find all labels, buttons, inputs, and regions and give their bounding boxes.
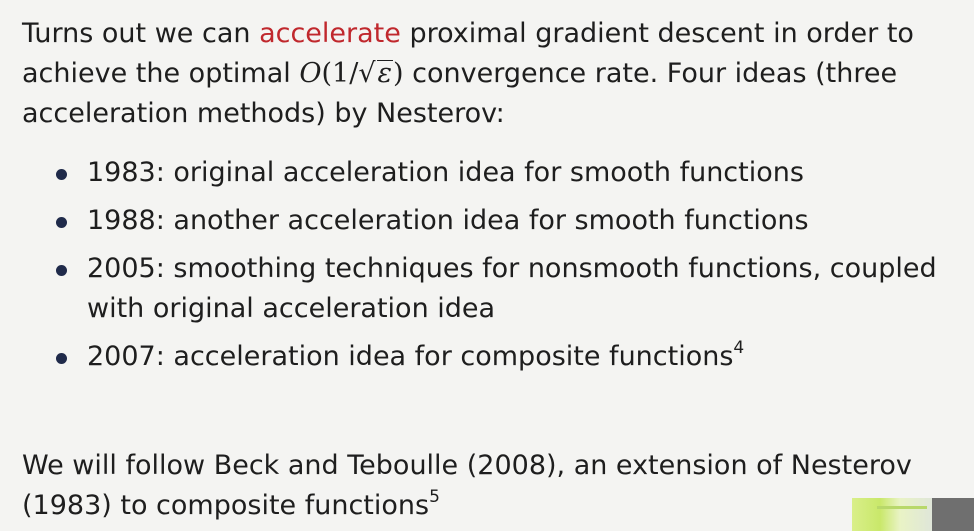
slide: Turns out we can accelerate proximal gra… bbox=[0, 0, 974, 531]
footnote-marker: 4 bbox=[733, 338, 745, 358]
bullet-text: 1983: original acceleration idea for smo… bbox=[87, 157, 804, 188]
sqrt-icon: √ bbox=[358, 58, 376, 89]
bullet-dot-icon bbox=[56, 265, 67, 276]
big-o-expression: O(1/√ε) bbox=[299, 58, 403, 89]
bullet-item-1983: 1983: original acceleration idea for smo… bbox=[54, 153, 964, 193]
bullet-list: 1983: original acceleration idea for smo… bbox=[54, 153, 964, 385]
intro-text-before: Turns out we can bbox=[22, 18, 260, 49]
math-open: (1/ bbox=[321, 58, 359, 89]
video-thumbnail-overlay bbox=[852, 498, 932, 531]
math-o: O bbox=[299, 58, 322, 89]
bullet-item-2005: 2005: smoothing techniques for nonsmooth… bbox=[54, 249, 964, 329]
math-close: ) bbox=[393, 58, 404, 89]
bullet-dot-icon bbox=[56, 353, 67, 364]
bullet-text: 2005: smoothing techniques for nonsmooth… bbox=[87, 253, 937, 324]
footnote-marker: 5 bbox=[429, 487, 440, 507]
outro-paragraph: We will follow Beck and Teboulle (2008),… bbox=[22, 446, 952, 526]
accent-word: accelerate bbox=[259, 18, 401, 49]
intro-paragraph: Turns out we can accelerate proximal gra… bbox=[22, 14, 952, 134]
bullet-dot-icon bbox=[56, 169, 67, 180]
bullet-text: 1988: another acceleration idea for smoo… bbox=[87, 205, 809, 236]
bullet-text: 2007: acceleration idea for composite fu… bbox=[87, 341, 734, 372]
bullet-item-1988: 1988: another acceleration idea for smoo… bbox=[54, 201, 964, 241]
math-epsilon: ε bbox=[376, 58, 394, 89]
video-corner-overlay bbox=[932, 498, 974, 531]
bullet-dot-icon bbox=[56, 217, 67, 228]
outro-text: We will follow Beck and Teboulle (2008),… bbox=[22, 450, 912, 521]
bullet-item-2007: 2007: acceleration idea for composite fu… bbox=[54, 337, 964, 377]
